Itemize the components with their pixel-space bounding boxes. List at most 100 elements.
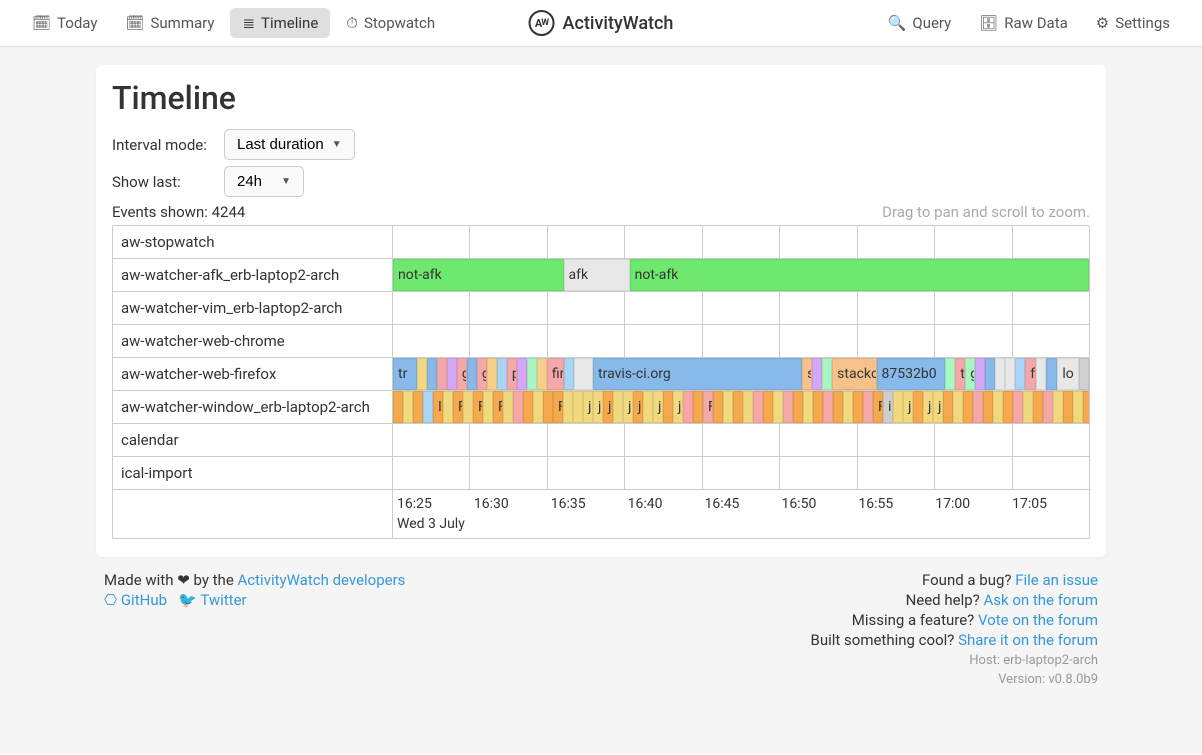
showlast-dropdown[interactable]: 24h ▼	[224, 166, 304, 197]
timeline-event[interactable]	[393, 391, 403, 423]
nav-settings[interactable]: ⚙Settings	[1084, 8, 1182, 38]
timeline-event[interactable]	[1005, 358, 1015, 390]
timeline-event[interactable]	[447, 358, 457, 390]
timeline-event[interactable]	[833, 391, 843, 423]
timeline-event[interactable]: jetbrains-	[583, 391, 593, 423]
timeline-event[interactable]: j	[603, 391, 613, 423]
timeline-event[interactable]	[773, 391, 783, 423]
row-track[interactable]: trggpfirtravis-ci.orgsstacko87532b0tgflo	[393, 358, 1089, 390]
timeline-event[interactable]	[503, 391, 513, 423]
timeline-event[interactable]	[573, 391, 583, 423]
row-track[interactable]: IFFFiFirjetbrains-jetbjjetbrajjjetFFirij…	[393, 391, 1089, 423]
timeline-event[interactable]	[523, 391, 533, 423]
timeline-event[interactable]: f	[1025, 358, 1036, 390]
timeline-event[interactable]	[943, 391, 953, 423]
row-track[interactable]	[393, 325, 1089, 357]
timeline-event[interactable]	[1015, 358, 1025, 390]
timeline-event[interactable]: lo	[1057, 358, 1078, 390]
timeline-event[interactable]	[975, 358, 985, 390]
timeline-event[interactable]	[863, 391, 873, 423]
timeline-event[interactable]	[985, 358, 995, 390]
timeline-event[interactable]	[803, 391, 813, 423]
timeline-event[interactable]: F	[703, 391, 713, 423]
timeline-event[interactable]	[893, 391, 903, 423]
timeline-event[interactable]	[543, 391, 553, 423]
timeline-event[interactable]	[1079, 358, 1089, 390]
timeline-event[interactable]	[413, 391, 423, 423]
timeline-event[interactable]: t	[955, 358, 965, 390]
nav-today[interactable]: 🗓Today	[20, 8, 109, 38]
timeline-event[interactable]: g	[965, 358, 975, 390]
nav-timeline[interactable]: ≣Timeline	[230, 8, 330, 38]
timeline-event[interactable]	[945, 358, 955, 390]
timeline-event[interactable]	[913, 391, 923, 423]
timeline-event[interactable]: jetbra	[623, 391, 633, 423]
nav-summary[interactable]: 🗓Summary	[113, 8, 226, 38]
timeline-event[interactable]	[753, 391, 763, 423]
timeline-event[interactable]: stacko	[832, 358, 876, 390]
timeline-event[interactable]	[693, 391, 703, 423]
timeline-event[interactable]: jetb	[593, 391, 603, 423]
timeline-event[interactable]	[812, 358, 822, 390]
nav-query[interactable]: 🔍Query	[876, 8, 964, 38]
timeline-event[interactable]	[1046, 358, 1057, 390]
timeline-event[interactable]	[1033, 391, 1043, 423]
timeline-event[interactable]: Fi	[493, 391, 503, 423]
timeline-event[interactable]	[563, 391, 573, 423]
timeline-event[interactable]	[487, 358, 497, 390]
timeline-event[interactable]	[564, 358, 574, 390]
timeline-event[interactable]	[953, 391, 963, 423]
timeline-event[interactable]	[983, 391, 993, 423]
timeline-event[interactable]	[613, 391, 623, 423]
timeline-event[interactable]	[463, 391, 473, 423]
row-track[interactable]	[393, 226, 1089, 258]
timeline-event[interactable]	[1053, 391, 1063, 423]
timeline-event[interactable]: i	[883, 391, 893, 423]
nav-stopwatch[interactable]: ⏱Stopwatch	[334, 8, 447, 38]
timeline-event[interactable]: F	[473, 391, 483, 423]
timeline-event[interactable]	[853, 391, 863, 423]
timeline-event[interactable]	[683, 391, 693, 423]
timeline-event[interactable]	[443, 391, 453, 423]
timeline-event[interactable]: tr	[393, 358, 417, 390]
timeline-event[interactable]	[793, 391, 803, 423]
timeline-event[interactable]: fir	[547, 358, 564, 390]
timeline-event[interactable]	[427, 358, 437, 390]
timeline-event[interactable]: j	[653, 391, 663, 423]
timeline-event[interactable]	[993, 391, 1003, 423]
timeline-event[interactable]	[1003, 391, 1013, 423]
row-track[interactable]	[393, 457, 1089, 489]
timeline-event[interactable]	[843, 391, 853, 423]
timeline-event[interactable]	[743, 391, 753, 423]
timeline-event[interactable]: F	[453, 391, 463, 423]
developers-link[interactable]: ActivityWatch developers	[238, 571, 406, 589]
timeline-event[interactable]	[497, 358, 507, 390]
timeline-event[interactable]: jet	[673, 391, 683, 423]
timeline-event[interactable]	[1083, 391, 1089, 423]
row-track[interactable]	[393, 424, 1089, 456]
timeline-event[interactable]	[823, 391, 833, 423]
timeline-event[interactable]	[483, 391, 493, 423]
row-track[interactable]: not-afkafknot-afk	[393, 259, 1089, 291]
timeline-event[interactable]: g	[477, 358, 487, 390]
twitter-link[interactable]: 🐦 Twitter	[178, 591, 246, 609]
timeline-event[interactable]	[1036, 358, 1046, 390]
timeline-event[interactable]	[723, 391, 733, 423]
timeline-event[interactable]: travis-ci.org	[593, 358, 802, 390]
timeline-event[interactable]: je	[933, 391, 943, 423]
timeline-event[interactable]: 87532b0	[877, 358, 946, 390]
github-link[interactable]: ⎔ GitHub	[104, 591, 167, 609]
timeline-event[interactable]	[1013, 391, 1023, 423]
timeline-event[interactable]: Fir	[553, 391, 563, 423]
timeline-event[interactable]: j	[633, 391, 643, 423]
timeline-event[interactable]	[1043, 391, 1053, 423]
timeline-event[interactable]: j	[923, 391, 933, 423]
timeline-event[interactable]	[574, 358, 593, 390]
timeline-event[interactable]	[1073, 391, 1083, 423]
file-issue-link[interactable]: File an issue	[1015, 571, 1098, 589]
timeline-grid[interactable]: aw-stopwatchaw-watcher-afk_erb-laptop2-a…	[112, 225, 1090, 539]
timeline-event[interactable]: s	[802, 358, 812, 390]
timeline-event[interactable]	[513, 391, 523, 423]
timeline-event[interactable]: g	[457, 358, 467, 390]
timeline-event[interactable]	[763, 391, 773, 423]
